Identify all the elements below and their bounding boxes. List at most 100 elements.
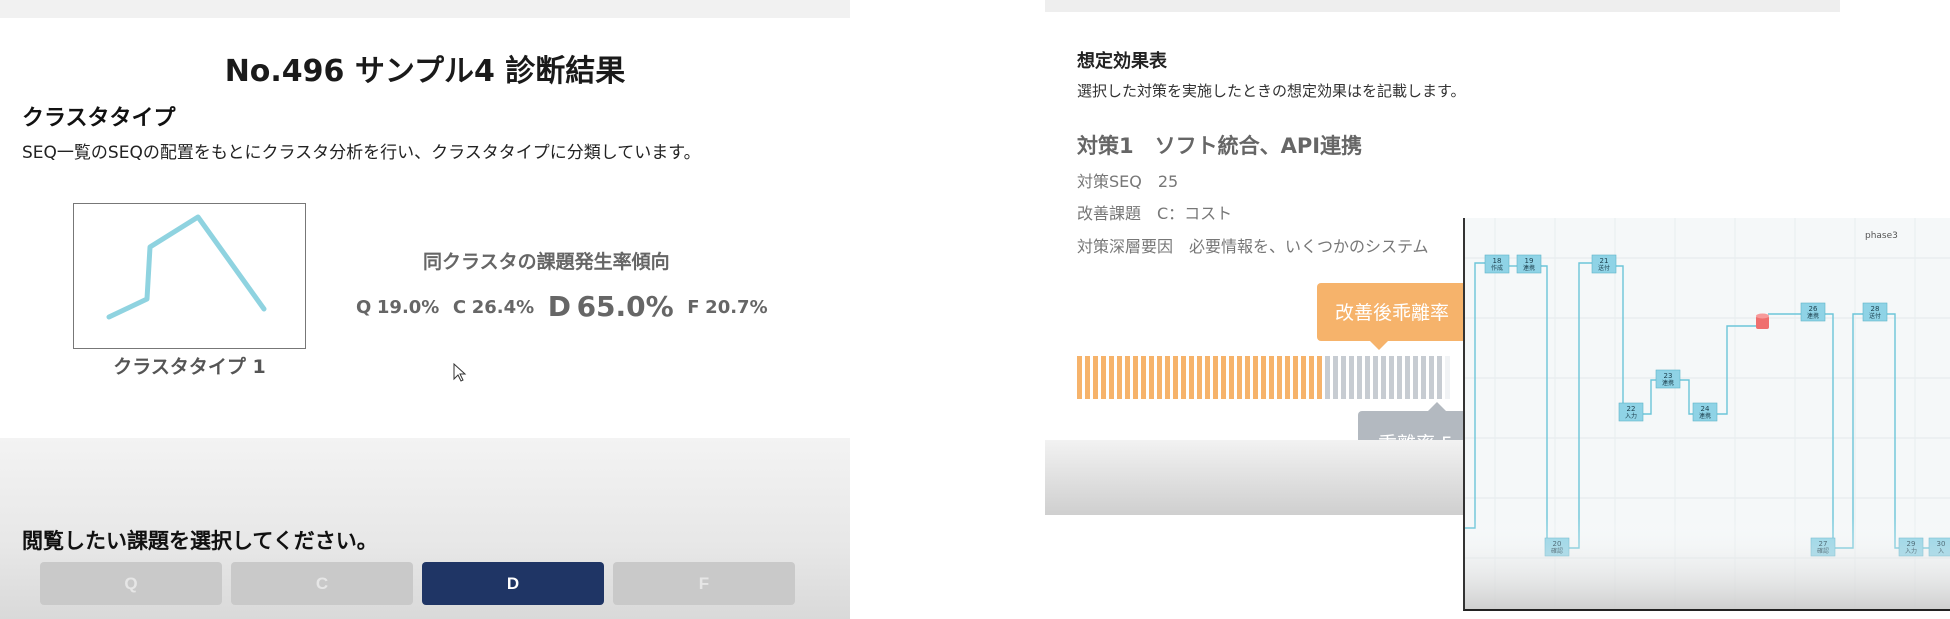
measure-seq: 対策SEQ 25 (1077, 172, 1179, 191)
bar-segment-after (1221, 356, 1226, 399)
bar-segment-before (1389, 356, 1394, 399)
flow-node-number: 22 (1627, 405, 1636, 413)
bar-segment-after (1205, 356, 1210, 399)
select-issue-prompt: 閲覧したい課題を選択してください。 (22, 529, 378, 553)
bar-segment-after (1101, 356, 1106, 399)
flow-node-26[interactable]: 26連携 (1800, 302, 1826, 322)
bar-segment-after (1237, 356, 1242, 399)
flow-node-number: 19 (1525, 257, 1534, 265)
bar-segment-after (1157, 356, 1162, 399)
effect-table-description: 選択した対策を実施したときの想定効果はを記載します。 (1077, 82, 1466, 100)
flow-node-24[interactable]: 24連携 (1692, 402, 1718, 422)
bar-segment-before (1333, 356, 1338, 399)
issue-tab-c[interactable]: C (231, 562, 413, 605)
bar-segment-before (1421, 356, 1426, 399)
deviation-bar (1077, 356, 1450, 399)
phase-flow-diagram: 18作成19連携21送付20確認22入力23連携24連携26連携28送付27確認… (1465, 218, 1950, 609)
flow-node-number: 18 (1493, 257, 1502, 265)
measure-title: 対策1 ソフト統合、API連携 (1077, 134, 1363, 158)
flow-node-number: 28 (1871, 305, 1880, 313)
bar-segment-after (1293, 356, 1298, 399)
bar-segment-after (1229, 356, 1234, 399)
flow-node-23[interactable]: 23連携 (1655, 369, 1681, 389)
flow-node-18[interactable]: 18作成 (1484, 254, 1510, 274)
page-title: No.496 サンプル4 診断結果 (224, 54, 626, 89)
flow-connector (1835, 313, 1863, 549)
bar-segment-empty (1445, 356, 1450, 399)
bar-segment-before (1325, 356, 1330, 399)
database-icon (1756, 313, 1769, 329)
after-rate-tooltip: 改善後乖離率 (1317, 283, 1467, 341)
bar-segment-before (1373, 356, 1378, 399)
bar-segment-before (1357, 356, 1362, 399)
flow-node-label: 送付 (1869, 312, 1881, 320)
issue-tab-d[interactable]: D (422, 562, 604, 605)
rate-c-value: 26.4% (471, 297, 535, 318)
phase-label: phase3 (1865, 231, 1898, 241)
bar-segment-after (1133, 356, 1138, 399)
panel-top-border (0, 0, 850, 18)
flow-node-28[interactable]: 28送付 (1862, 302, 1888, 322)
flow-node-number: 26 (1809, 305, 1818, 313)
flow-node-number: 21 (1600, 257, 1609, 265)
flow-connector (1616, 265, 1631, 415)
cluster-type-thumbnail (73, 203, 306, 349)
flow-node-label: 作成 (1491, 264, 1503, 272)
before-rate-tooltip-pointer (1428, 402, 1446, 411)
bar-segment-after (1317, 356, 1322, 399)
flow-connector (1823, 313, 1834, 549)
bar-segment-before (1437, 356, 1442, 399)
effect-table-title: 想定効果表 (1077, 51, 1167, 72)
rate-d-letter: D (547, 290, 571, 323)
bar-segment-after (1277, 356, 1282, 399)
bar-segment-before (1413, 356, 1418, 399)
bar-segment-after (1117, 356, 1122, 399)
flow-node-21[interactable]: 21送付 (1591, 254, 1617, 274)
flow-node-number: 24 (1701, 405, 1710, 413)
cluster-description: SEQ一覧のSEQの配置をもとにクラスタ分析を行い、クラスタタイプに分類していま… (22, 143, 701, 163)
bar-segment-after (1173, 356, 1178, 399)
bar-segment-after (1189, 356, 1194, 399)
mouse-cursor-icon (453, 363, 467, 382)
bar-segment-after (1109, 356, 1114, 399)
rate-c-letter: C (452, 297, 467, 318)
bar-segment-after (1085, 356, 1090, 399)
flow-node-19[interactable]: 19連携 (1516, 254, 1542, 274)
trend-rates: Q 19.0% C 26.4% D 65.0% F 20.7% (356, 290, 768, 323)
measure-issue: 改善課題 C：コスト (1077, 204, 1233, 223)
flow-node-label: 連携 (1807, 312, 1819, 320)
after-rate-tooltip-pointer (1370, 341, 1388, 350)
rate-f-letter: F (687, 297, 700, 318)
flow-connector (1887, 313, 1911, 549)
issue-tab-q[interactable]: Q (40, 562, 222, 605)
bar-segment-after (1261, 356, 1266, 399)
flow-node-label: 連携 (1699, 412, 1711, 420)
flow-node-22[interactable]: 22入力 (1618, 402, 1644, 422)
flow-node-number: 23 (1664, 372, 1673, 380)
bar-segment-after (1245, 356, 1250, 399)
cluster-sparkline (106, 214, 267, 320)
bar-segment-after (1309, 356, 1314, 399)
bar-segment-after (1301, 356, 1306, 399)
bar-segment-after (1149, 356, 1154, 399)
bar-segment-after (1165, 356, 1170, 399)
bar-segment-before (1341, 356, 1346, 399)
bar-segment-before (1405, 356, 1410, 399)
bar-segment-after (1077, 356, 1082, 399)
window-bottom-shade (1465, 518, 1950, 609)
cluster-type-label: クラスタタイプ 1 (113, 356, 266, 378)
rate-q-value: 19.0% (376, 297, 440, 318)
rate-q-letter: Q (356, 297, 372, 318)
bar-segment-after (1093, 356, 1098, 399)
bar-segment-after (1253, 356, 1258, 399)
bar-segment-before (1397, 356, 1402, 399)
bar-segment-after (1141, 356, 1146, 399)
flow-connector (1569, 262, 1592, 549)
flow-node-label: 送付 (1598, 264, 1610, 272)
issue-tab-f[interactable]: F (613, 562, 795, 605)
flow-connector (1465, 262, 1485, 529)
measure-factor: 対策深層要因 必要情報を、いくつかのシステム (1077, 237, 1429, 256)
flow-connector (1717, 325, 1756, 415)
flow-node-label: 入力 (1625, 412, 1637, 420)
bar-segment-before (1381, 356, 1386, 399)
